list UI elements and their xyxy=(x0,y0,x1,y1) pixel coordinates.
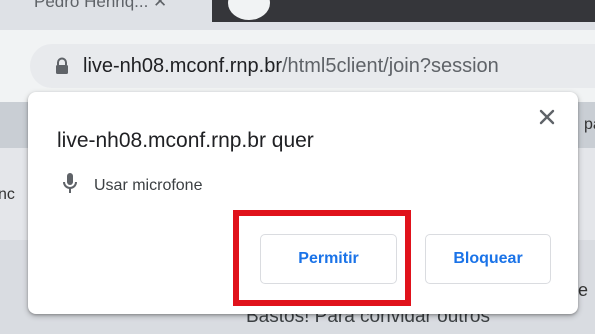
page-text-fragment: e xyxy=(578,280,589,300)
page-text-fragment: nc xyxy=(0,186,15,203)
tab-title[interactable]: Pedro Henriq... ✕ xyxy=(34,0,167,12)
page-text-fragment: pa xyxy=(584,116,595,133)
block-button[interactable]: Bloquear xyxy=(425,234,551,284)
dialog-title: live-nh08.mconf.rnp.br quer xyxy=(57,129,314,152)
tab-strip: Pedro Henriq... ✕ xyxy=(0,0,595,30)
url-text[interactable]: live-nh08.mconf.rnp.br/html5client/join?… xyxy=(83,53,499,79)
permission-label: Usar microfone xyxy=(94,177,203,194)
url-path: /html5client/join?session xyxy=(281,55,499,77)
url-host: live-nh08.mconf.rnp.br xyxy=(83,55,282,77)
close-icon[interactable] xyxy=(537,107,557,127)
lock-icon[interactable] xyxy=(52,56,72,76)
address-bar[interactable]: live-nh08.mconf.rnp.br/html5client/join?… xyxy=(30,44,595,88)
allow-button[interactable]: Permitir xyxy=(260,234,397,284)
permission-dialog: live-nh08.mconf.rnp.br quer Usar microfo… xyxy=(28,92,578,314)
microphone-icon xyxy=(63,173,77,193)
